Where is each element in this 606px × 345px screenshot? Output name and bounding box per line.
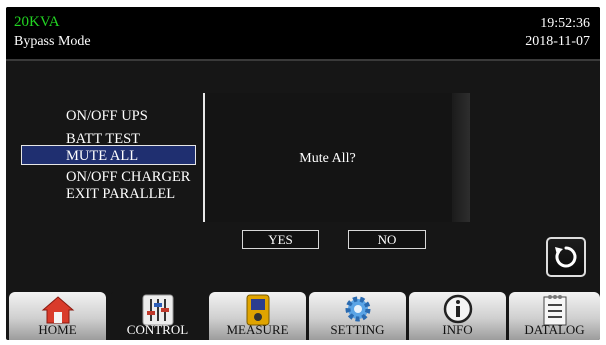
gear-icon [345, 296, 370, 322]
ups-screen: 20KVA Bypass Mode 19:52:36 2018-11-07 ON… [6, 7, 600, 340]
menu-item-batt-test[interactable]: BATT TEST [66, 131, 140, 147]
tab-measure-label: MEASURE [226, 322, 289, 337]
tab-control[interactable]: CONTROL [109, 292, 206, 340]
menu-item-exit-parallel[interactable]: EXIT PARALLEL [66, 186, 175, 202]
tab-datalog[interactable]: DATALOG [509, 292, 600, 340]
yes-button[interactable]: YES [242, 230, 319, 249]
ups-rating: 20KVA [14, 14, 60, 30]
tab-info-label: INFO [442, 322, 473, 337]
clock-time: 19:52:36 [540, 16, 590, 31]
menu-item-on-off-ups[interactable]: ON/OFF UPS [66, 108, 148, 124]
tab-home-label: HOME [38, 322, 77, 337]
refresh-back-icon [555, 246, 577, 268]
tab-info[interactable]: INFO [409, 292, 506, 340]
tab-home[interactable]: HOME [9, 292, 106, 340]
confirm-dialog: Mute All? [203, 93, 470, 222]
no-button[interactable]: NO [348, 230, 426, 249]
tab-datalog-label: DATALOG [524, 322, 585, 337]
operating-mode: Bypass Mode [14, 34, 91, 49]
menu-item-mute-all[interactable]: MUTE ALL [66, 148, 138, 164]
menu-item-on-off-charger[interactable]: ON/OFF CHARGER [66, 169, 190, 185]
dialog-message: Mute All? [299, 151, 356, 166]
dialog-shade [452, 93, 470, 222]
home-icon [41, 296, 74, 324]
back-button[interactable] [546, 237, 586, 277]
bottom-navbar: HOME CONTROL MEASURE SETTING INFO DATALO… [6, 292, 600, 340]
tab-control-label: CONTROL [126, 322, 189, 337]
status-header: 20KVA Bypass Mode 19:52:36 2018-11-07 [6, 7, 600, 59]
info-icon [443, 294, 472, 324]
tab-setting[interactable]: SETTING [309, 292, 406, 340]
header-divider [6, 59, 600, 61]
clock-date: 2018-11-07 [525, 34, 590, 49]
tab-measure[interactable]: MEASURE [209, 292, 306, 340]
tab-setting-label: SETTING [330, 322, 385, 337]
